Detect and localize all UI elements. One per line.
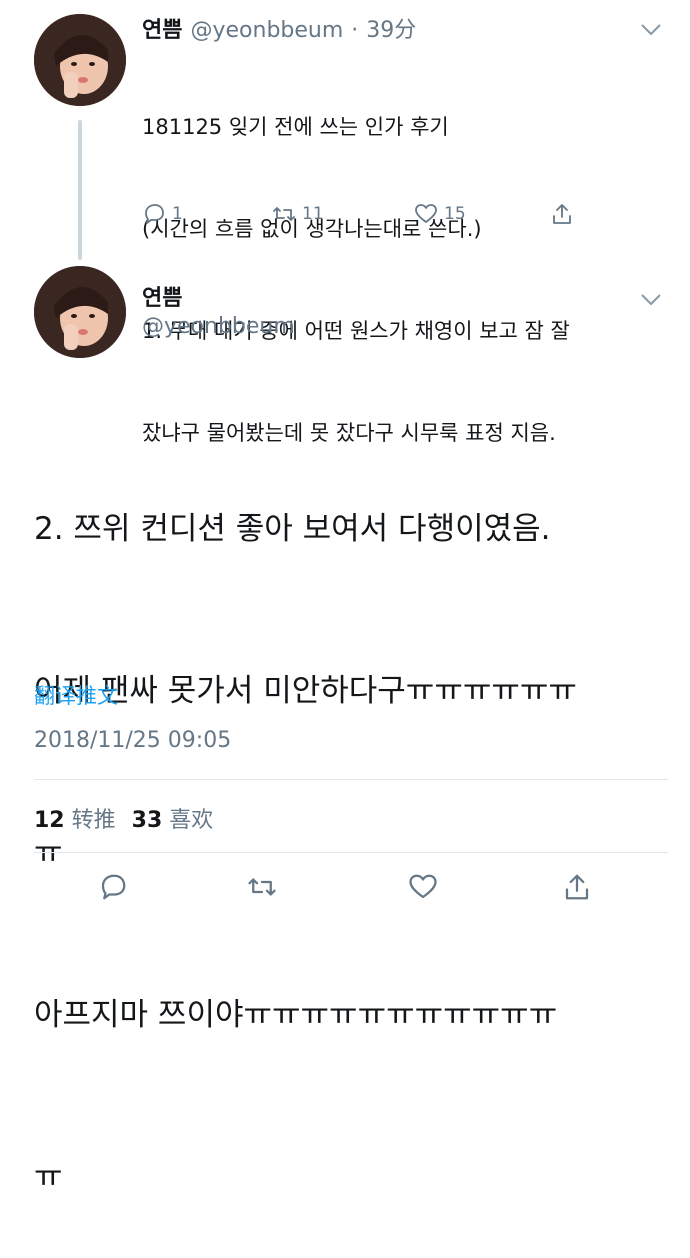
retweets-label: 转推 xyxy=(71,808,116,833)
avatar-image xyxy=(34,266,126,358)
retweet-icon xyxy=(273,207,295,221)
retweet-count: 11 xyxy=(302,204,324,224)
thread-connector xyxy=(78,120,82,260)
separator-dot: · xyxy=(351,18,359,43)
reply-count: 1 xyxy=(172,204,183,224)
like-button[interactable] xyxy=(408,872,438,906)
share-icon xyxy=(565,874,589,900)
share-icon xyxy=(553,204,571,224)
tweet-line: 어제 팬싸 못가서 미안하다구ㅠㅠㅠㅠㅠㅠ xyxy=(34,673,577,709)
handle[interactable]: @yeonbbeum xyxy=(142,314,295,339)
likes-stat[interactable]: 33 喜欢 xyxy=(132,802,214,834)
avatar[interactable] xyxy=(34,14,126,106)
likes-count: 33 xyxy=(131,808,163,833)
tweet-line: 아프지마 쯔이야ㅠㅠㅠㅠㅠㅠㅠㅠㅠㅠㅠ xyxy=(34,997,558,1033)
timestamp[interactable]: 2018/11/25 09:05 xyxy=(34,728,231,753)
reply-button[interactable] xyxy=(98,872,128,906)
action-bar xyxy=(0,870,690,910)
share-button[interactable] xyxy=(550,202,574,226)
chevron-down-icon[interactable] xyxy=(640,22,662,41)
like-button[interactable]: 15 xyxy=(414,202,466,226)
heart-icon xyxy=(409,874,437,899)
like-count: 15 xyxy=(444,204,466,224)
handle[interactable]: @yeonbbeum xyxy=(190,18,343,43)
display-name[interactable]: 연쁨 xyxy=(142,280,182,312)
tweet-line: (시간의 흐름 없이 생각나는대로 쓴다.) xyxy=(142,217,482,241)
tweet-line: 181125 잊기 전에 쓰는 인가 후기 xyxy=(142,115,449,139)
reply-button[interactable]: 1 xyxy=(142,202,183,226)
likes-label: 喜欢 xyxy=(169,808,214,833)
avatar-image xyxy=(34,14,126,106)
divider xyxy=(34,779,668,780)
share-button[interactable] xyxy=(562,872,592,906)
retweets-stat[interactable]: 12 转推 xyxy=(34,802,116,834)
tweet-line: ㅠ xyxy=(34,1159,63,1195)
engagement-stats: 12 转推 33 喜欢 xyxy=(34,802,213,834)
tweet-time[interactable]: 39分 xyxy=(366,12,416,44)
retweets-count: 12 xyxy=(34,808,65,833)
chevron-down-icon[interactable] xyxy=(640,292,662,311)
divider xyxy=(34,852,668,853)
display-name[interactable]: 연쁨 xyxy=(142,12,182,44)
retweet-button[interactable] xyxy=(247,872,277,906)
heart-icon xyxy=(415,204,437,223)
reply-icon xyxy=(145,204,164,224)
tweet1-header: 연쁨 @yeonbbeum · 39分 xyxy=(142,12,416,44)
avatar[interactable] xyxy=(34,266,126,358)
retweet-button[interactable]: 11 xyxy=(272,202,324,226)
reply-icon xyxy=(101,874,126,900)
tweet-line: 2. 쯔위 컨디션 좋아 보여서 다행이였음. xyxy=(34,511,551,547)
retweet-icon xyxy=(248,878,276,896)
translate-link[interactable]: 翻译推文 xyxy=(34,680,118,710)
